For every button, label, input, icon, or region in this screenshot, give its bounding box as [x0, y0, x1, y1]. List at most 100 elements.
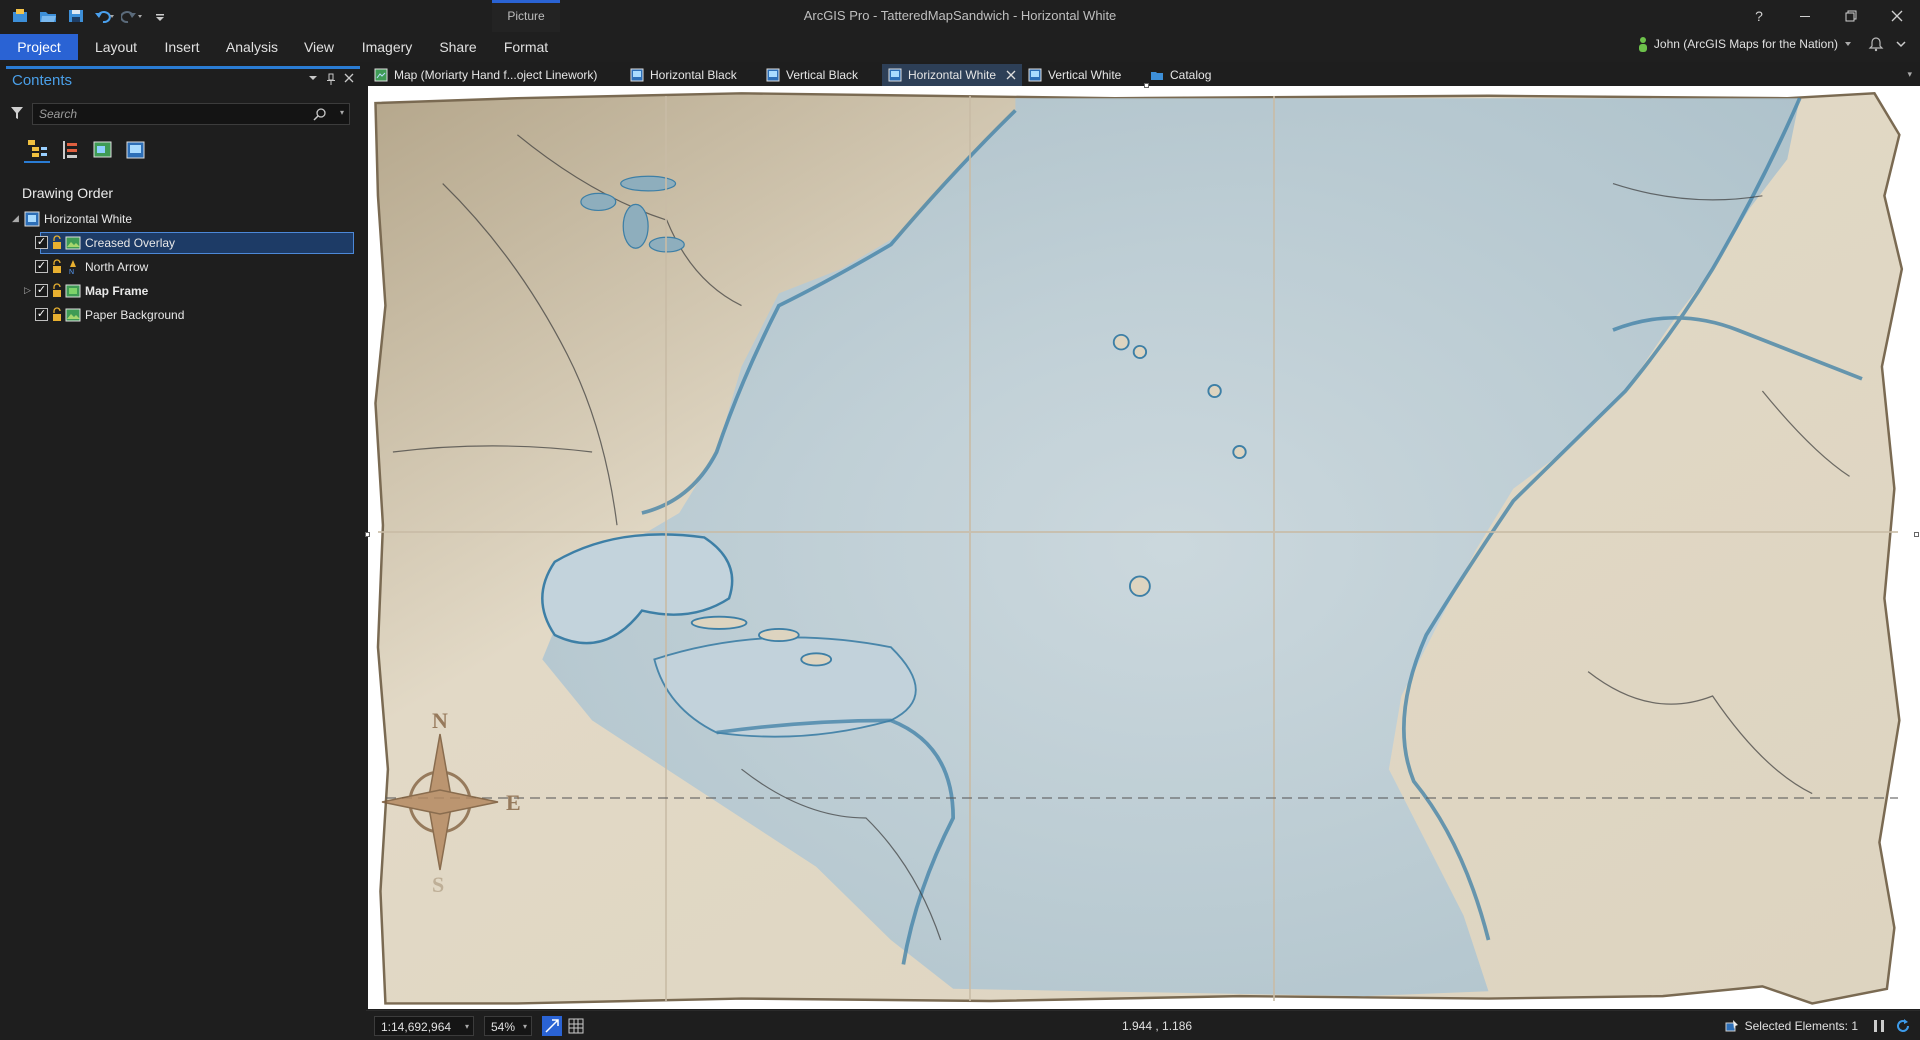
- island: [1232, 444, 1247, 460]
- snapping-toggle[interactable]: [542, 1016, 562, 1036]
- close-tab-icon[interactable]: [1006, 70, 1016, 80]
- expand-icon[interactable]: ▷: [24, 285, 31, 296]
- search-options-icon[interactable]: ▾: [340, 108, 344, 117]
- contents-title: Contents: [12, 72, 73, 89]
- layer-row-map-frame[interactable]: ▷ ✓ Map Frame: [6, 279, 360, 303]
- tab-share[interactable]: Share: [432, 34, 484, 60]
- layer-row-north-arrow[interactable]: ✓ N North Arrow: [6, 255, 360, 279]
- resize-handle-right[interactable]: [1914, 532, 1919, 537]
- selected-elements-indicator[interactable]: Selected Elements: 1: [1725, 1019, 1858, 1033]
- doc-tab-label: Catalog: [1170, 68, 1212, 82]
- grid-icon: [568, 1018, 584, 1034]
- source-list-icon: [63, 141, 77, 159]
- layout-canvas[interactable]: N E S: [365, 83, 1920, 1009]
- pause-drawing-icon[interactable]: [1872, 1018, 1886, 1034]
- resize-handle-top[interactable]: [1144, 83, 1149, 88]
- pane-options-icon[interactable]: [308, 73, 318, 83]
- doc-tab-label: Vertical Black: [786, 68, 859, 82]
- tab-project[interactable]: Project: [0, 34, 78, 60]
- great-lake: [622, 203, 649, 249]
- notifications-icon[interactable]: [1868, 36, 1884, 52]
- picture-context-label: Picture: [507, 9, 545, 23]
- close-icon[interactable]: [344, 73, 354, 83]
- undo-icon[interactable]: [92, 6, 116, 26]
- tab-format[interactable]: Format: [496, 34, 556, 60]
- lock-icon[interactable]: [51, 235, 63, 251]
- tree-root-layout[interactable]: ◢ Horizontal White: [6, 207, 360, 231]
- island: [690, 615, 748, 630]
- tab-map-moriarty[interactable]: Map (Moriarty Hand f...oject Linework): [368, 64, 603, 86]
- pin-icon[interactable]: [326, 73, 336, 85]
- new-project-icon[interactable]: [8, 6, 32, 26]
- island: [1207, 383, 1222, 399]
- filter-icon[interactable]: [10, 105, 24, 121]
- layout-elements-icon: [126, 141, 145, 159]
- refresh-icon[interactable]: [1894, 1017, 1912, 1035]
- list-by-selection-button[interactable]: [90, 137, 116, 163]
- layer-visibility-checkbox[interactable]: ✓: [35, 284, 48, 297]
- lock-icon[interactable]: [51, 259, 63, 275]
- tab-vertical-white[interactable]: Vertical White: [1022, 64, 1127, 86]
- help-glyph: ?: [1755, 8, 1763, 24]
- layer-visibility-checkbox[interactable]: ✓: [35, 260, 48, 273]
- layer-row-creased-overlay[interactable]: ✓ Creased Overlay: [6, 231, 360, 255]
- status-bar: 1:14,692,964 ▾ 54% ▾ 1.944 , 1.186 Selec…: [366, 1010, 1920, 1040]
- window-title: ArcGIS Pro - TatteredMapSandwich - Horiz…: [803, 8, 1117, 23]
- lock-icon[interactable]: [51, 283, 63, 299]
- resize-handle-left[interactable]: [365, 532, 370, 537]
- tab-horizontal-white[interactable]: Horizontal White: [882, 64, 1023, 86]
- search-input[interactable]: [39, 106, 309, 122]
- tree-root-label: Horizontal White: [44, 212, 133, 226]
- tab-insert[interactable]: Insert: [154, 34, 210, 60]
- redo-icon[interactable]: [120, 6, 144, 26]
- save-project-icon[interactable]: [64, 6, 88, 26]
- restore-icon: [1845, 10, 1857, 22]
- minimize-button[interactable]: [1782, 0, 1828, 32]
- layer-visibility-checkbox[interactable]: ✓: [35, 236, 48, 249]
- scale-value: 1:14,692,964: [381, 1020, 452, 1034]
- tattered-map-image[interactable]: N E S: [368, 86, 1920, 1009]
- selected-count: Selected Elements: 1: [1744, 1019, 1858, 1033]
- tab-vertical-black[interactable]: Vertical Black: [760, 64, 864, 86]
- layout-icon: [766, 68, 780, 82]
- tab-list-dropdown-icon[interactable]: ▾: [1907, 69, 1912, 80]
- tab-horizontal-black[interactable]: Horizontal Black: [624, 64, 743, 86]
- layer-tree: ◢ Horizontal White ✓ Creased Overlay ✓ N…: [6, 207, 360, 327]
- list-by-source-button[interactable]: [57, 137, 83, 163]
- island: [1129, 575, 1151, 597]
- doc-tab-label: Horizontal White: [908, 68, 997, 82]
- island: [1132, 344, 1148, 359]
- selection-icon: [1725, 1020, 1738, 1032]
- island: [1112, 333, 1130, 351]
- picture-contextual-tab-group: Picture: [492, 0, 560, 32]
- document-tabs: Map (Moriarty Hand f...oject Linework) H…: [366, 64, 1920, 86]
- layer-visibility-checkbox[interactable]: ✓: [35, 308, 48, 321]
- help-button[interactable]: ?: [1736, 0, 1782, 32]
- collapse-icon[interactable]: ◢: [12, 213, 19, 224]
- close-button[interactable]: [1874, 0, 1920, 32]
- doc-tab-label: Vertical White: [1048, 68, 1122, 82]
- tab-imagery[interactable]: Imagery: [354, 34, 420, 60]
- tab-layout[interactable]: Layout: [88, 34, 144, 60]
- selection-list-icon: [93, 141, 112, 158]
- tab-catalog[interactable]: Catalog: [1144, 64, 1217, 86]
- restore-button[interactable]: [1828, 0, 1874, 32]
- user-account[interactable]: John (ArcGIS Maps for the Nation): [1638, 36, 1906, 52]
- search-icon[interactable]: [313, 107, 327, 121]
- layout-icon: [24, 211, 40, 227]
- layout-icon: [1028, 68, 1042, 82]
- layer-row-paper-background[interactable]: ✓ Paper Background: [6, 303, 360, 327]
- zoom-dropdown[interactable]: 54% ▾: [484, 1016, 532, 1036]
- great-lake: [620, 175, 677, 192]
- grid-toggle[interactable]: [566, 1016, 586, 1036]
- chevron-down-icon[interactable]: [1896, 39, 1906, 49]
- tab-analysis[interactable]: Analysis: [220, 34, 284, 60]
- scale-dropdown[interactable]: 1:14,692,964 ▾: [374, 1016, 474, 1036]
- tab-view[interactable]: View: [296, 34, 342, 60]
- list-by-layout-elements-button[interactable]: [123, 137, 149, 163]
- map-icon: [374, 68, 388, 82]
- list-by-drawing-order-button[interactable]: [24, 137, 50, 163]
- customize-qat-icon[interactable]: [148, 6, 172, 26]
- open-project-icon[interactable]: [36, 6, 60, 26]
- lock-icon[interactable]: [51, 307, 63, 323]
